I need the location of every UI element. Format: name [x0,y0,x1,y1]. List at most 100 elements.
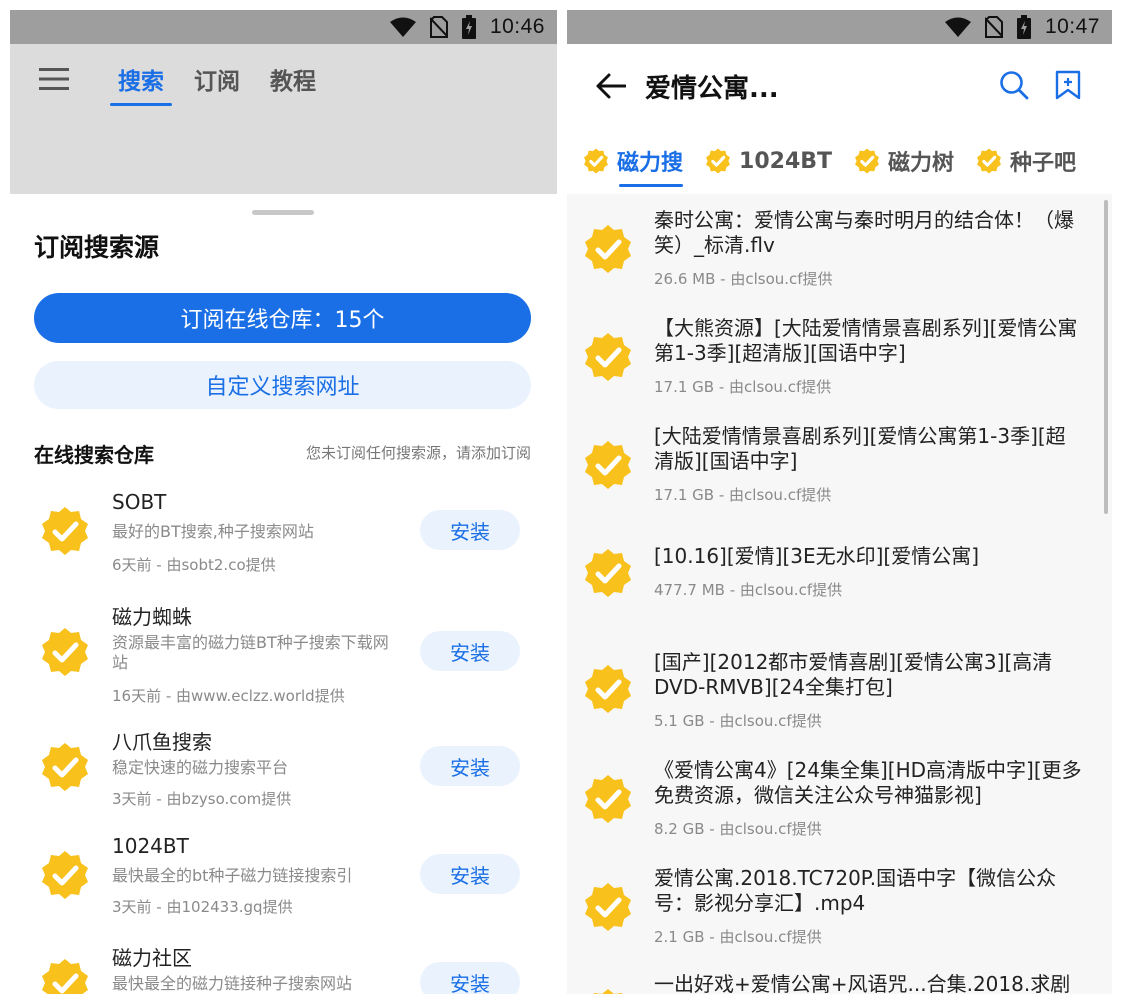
arrow-back-icon [596,73,626,99]
sheet-title: 订阅搜索源 [34,233,160,262]
torrent-meta: 8.2 GB - 由clsou.cf提供 [654,820,822,838]
section-hint: 您未订阅任何搜索源，请添加订阅 [305,444,531,462]
repo-description: 资源最丰富的磁力链BT种子搜索下载网站 [112,633,389,672]
verified-badge-icon [583,224,633,278]
install-button[interactable]: 安装 [420,854,520,894]
verified-badge-icon [583,664,633,718]
install-button[interactable]: 安装 [420,746,520,786]
battery-charging-icon [461,15,476,39]
battery-charging-icon [1016,15,1031,39]
tab-source-clsou[interactable]: 磁力搜 [583,139,684,187]
source-tabs: 磁力搜 1024BT 磁力树 种子吧 [567,128,1112,194]
verified-badge-icon [584,148,608,174]
back-button[interactable] [587,62,635,110]
list-item[interactable]: SOBT 最好的BT搜索,种子搜索网站 6天前 - 由sobt2.co提供 安装 [10,486,557,597]
no-sim-icon [429,16,448,38]
torrent-meta: 477.7 MB - 由clsou.cf提供 [654,581,843,599]
torrent-title: 【大熊资源】[大陆爱情情景喜剧系列][爱情公寓第1-3季][超清版][国语中字] [654,316,1078,365]
menu-button[interactable] [24,49,84,109]
results-list: 秦时公寓：爱情公寓与秦时明月的结合体！（爆笑）_标清.flv 26.6 MB -… [567,194,1112,994]
repo-description: 稳定快速的磁力搜索平台 [112,758,289,777]
list-item[interactable]: [大陆爱情情景喜剧系列][爱情公寓第1-3季][超清版][国语中字] 17.1 … [567,410,1112,518]
verified-badge-icon [583,882,633,936]
verified-badge-icon [583,332,633,386]
repo-name: 1024BT [112,834,189,858]
left-screen: 10:46 搜索 订阅 教程 订阅搜索源 订阅在线仓库：15个 自定义搜索网址 … [10,10,557,994]
verified-badge-icon [40,506,90,560]
torrent-meta: 5.1 GB - 由clsou.cf提供 [654,712,822,730]
repo-meta: 6天前 - 由sobt2.co提供 [112,556,276,574]
repo-name: 磁力蜘蛛 [112,605,192,629]
install-button[interactable]: 安装 [420,510,520,550]
custom-search-url-button[interactable]: 自定义搜索网址 [34,361,531,409]
repo-name: 磁力社区 [112,946,192,970]
bottom-sheet: 订阅搜索源 订阅在线仓库：15个 自定义搜索网址 在线搜索仓库 您未订阅任何搜索… [10,194,557,994]
repo-meta: 16天前 - 由www.eclzz.world提供 [112,687,345,705]
bookmark-add-icon [1055,70,1081,100]
torrent-meta: 17.1 GB - 由clsou.cf提供 [654,378,832,396]
repo-list: SOBT 最好的BT搜索,种子搜索网站 6天前 - 由sobt2.co提供 安装… [10,486,557,994]
verified-badge-icon [583,988,633,994]
list-item[interactable]: 【大熊资源】[大陆爱情情景喜剧系列][爱情公寓第1-3季][超清版][国语中字]… [567,302,1112,410]
wifi-icon [389,17,416,37]
repo-meta: 3天前 - 由102433.gq提供 [112,898,293,916]
list-item[interactable]: [国产][2012都市爱情喜剧][爱情公寓3][高清DVD-RMVB][24全集… [567,628,1112,738]
verified-badge-icon [583,440,633,494]
clock: 10:47 [1044,15,1100,38]
list-item[interactable]: 秦时公寓：爱情公寓与秦时明月的结合体！（爆笑）_标清.flv 26.6 MB -… [567,194,1112,302]
list-item[interactable]: 《爱情公寓4》[24集全集][HD高清版中字][更多免费资源，微信关注公众号神猫… [567,738,1112,846]
verified-badge-icon [40,742,90,796]
list-item[interactable]: 八爪鱼搜索 稳定快速的磁力搜索平台 3天前 - 由bzyso.com提供 安装 [10,722,557,830]
list-item[interactable]: [10.16][爱情][3E无水印][爱情公寓] 477.7 MB - 由cls… [567,518,1112,628]
sheet-drag-handle[interactable] [252,210,314,215]
tab-label: 种子吧 [1010,151,1077,176]
install-button[interactable]: 安装 [420,631,520,671]
list-item[interactable]: 1024BT 最快最全的bt种子磁力链接搜索引 3天前 - 由102433.gq… [10,830,557,938]
repo-meta: 3天前 - 由bzyso.com提供 [112,790,292,808]
install-button[interactable]: 安装 [420,962,520,994]
tab-source-cilishu[interactable]: 磁力树 [854,139,954,183]
clock: 10:46 [489,15,545,38]
verified-badge-icon [40,850,90,904]
torrent-title: 一出好戏+爱情公寓+风语咒...合集.2018.求剧 [654,972,1071,994]
torrent-meta: 17.1 GB - 由clsou.cf提供 [654,486,832,504]
list-item[interactable]: 一出好戏+爱情公寓+风语咒...合集.2018.求剧 [567,954,1112,994]
list-item[interactable]: 磁力社区 最快最全的磁力链接种子搜索网站 安装 [10,938,557,994]
no-sim-icon [984,16,1003,38]
verified-badge-icon [40,958,90,994]
tab-label: 磁力搜 [617,151,684,176]
verified-badge-icon [583,774,633,828]
wifi-icon [944,17,971,37]
torrent-title: [国产][2012都市爱情喜剧][爱情公寓3][高清DVD-RMVB][24全集… [654,650,1053,699]
torrent-title: [大陆爱情情景喜剧系列][爱情公寓第1-3季][超清版][国语中字] [654,424,1066,473]
torrent-title: 《爱情公寓4》[24集全集][HD高清版中字][更多免费资源，微信关注公众号神猫… [654,758,1082,807]
search-button[interactable] [991,62,1037,108]
status-bar: 10:47 [567,10,1112,44]
torrent-title: [10.16][爱情][3E无水印][爱情公寓] [654,544,980,568]
list-item[interactable]: 磁力蜘蛛 资源最丰富的磁力链BT种子搜索下载网站 16天前 - 由www.ecl… [10,597,557,722]
torrent-meta: 26.6 MB - 由clsou.cf提供 [654,270,833,288]
tab-source-1024bt[interactable]: 1024BT [705,139,832,183]
top-navigation: 搜索 订阅 教程 [10,44,557,114]
torrent-title: 爱情公寓.2018.TC720P.国语中字【微信公众号：影视分享汇】.mp4 [654,866,1057,915]
tab-subscribe[interactable]: 订阅 [190,56,244,102]
subscribe-online-repo-button[interactable]: 订阅在线仓库：15个 [34,293,531,343]
tab-search[interactable]: 搜索 [110,56,172,106]
tab-source-zhongziba[interactable]: 种子吧 [976,139,1076,183]
status-bar: 10:46 [10,10,557,44]
torrent-title: 秦时公寓：爱情公寓与秦时明月的结合体！（爆笑）_标清.flv [654,208,1074,257]
repo-description: 最好的BT搜索,种子搜索网站 [112,522,314,541]
verified-badge-icon [706,148,730,174]
tab-label: 磁力树 [888,151,955,176]
list-item[interactable]: 爱情公寓.2018.TC720P.国语中字【微信公众号：影视分享汇】.mp4 2… [567,846,1112,954]
section-title: 在线搜索仓库 [34,443,154,467]
repo-description: 最快最全的磁力链接种子搜索网站 [112,974,353,993]
search-icon [1000,71,1029,100]
verified-badge-icon [583,548,633,602]
repo-description: 最快最全的bt种子磁力链接搜索引 [112,866,353,885]
tab-tutorial[interactable]: 教程 [266,56,320,102]
torrent-meta: 2.1 GB - 由clsou.cf提供 [654,928,822,946]
page-title: 爱情公寓... [645,73,779,104]
app-bar: 爱情公寓... [567,44,1112,128]
bookmark-add-button[interactable] [1045,62,1091,108]
